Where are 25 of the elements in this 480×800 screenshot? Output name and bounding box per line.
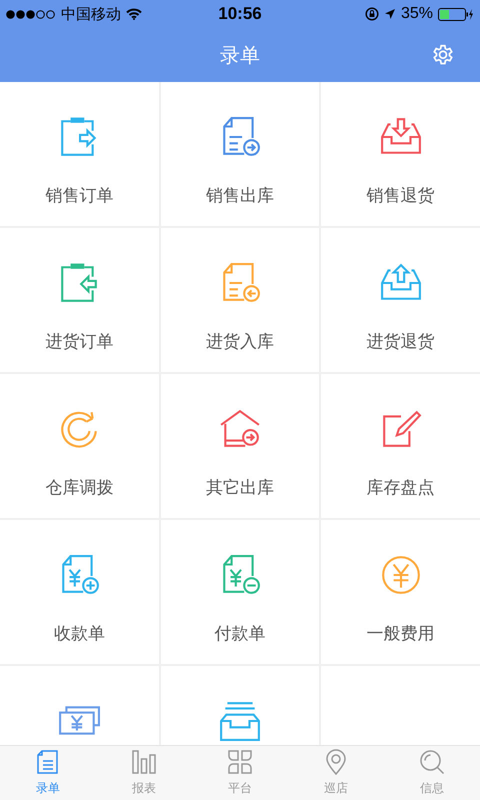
menu-tile[interactable]: 销售出库 [160, 82, 320, 226]
status-time: 10:56 [218, 4, 262, 24]
document-icon [35, 749, 61, 775]
menu-tile[interactable]: 收款单 [0, 520, 159, 664]
menu-tile[interactable]: 仓库调拨 [0, 374, 159, 518]
location-arrow-icon [384, 8, 396, 20]
bar-chart-icon [131, 749, 157, 775]
menu-tile[interactable]: 销售订单 [0, 82, 159, 226]
menu-tile[interactable]: 库存盘点 [321, 374, 480, 518]
menu-tile[interactable]: 进货入库 [160, 228, 320, 372]
battery-percent: 35% [400, 5, 433, 23]
signal-icon [6, 10, 56, 18]
grid-icon [227, 749, 253, 775]
search-icon [419, 749, 445, 775]
carrier-name: 中国移动 [61, 4, 121, 24]
menu-tile[interactable]: 进货订单 [0, 228, 159, 372]
menu-tile[interactable]: 销售退货 [321, 82, 480, 226]
wifi-icon [126, 8, 142, 20]
menu-tile[interactable]: 进货退货 [321, 228, 480, 372]
rotation-lock-icon [364, 7, 379, 21]
battery-charging-icon [438, 8, 474, 20]
menu-tile[interactable]: 一般费用 [321, 520, 480, 664]
page-title: 录单 [220, 42, 260, 68]
menu-tile[interactable]: 付款单 [160, 520, 320, 664]
menu-tile[interactable]: 其它出库 [160, 374, 320, 518]
